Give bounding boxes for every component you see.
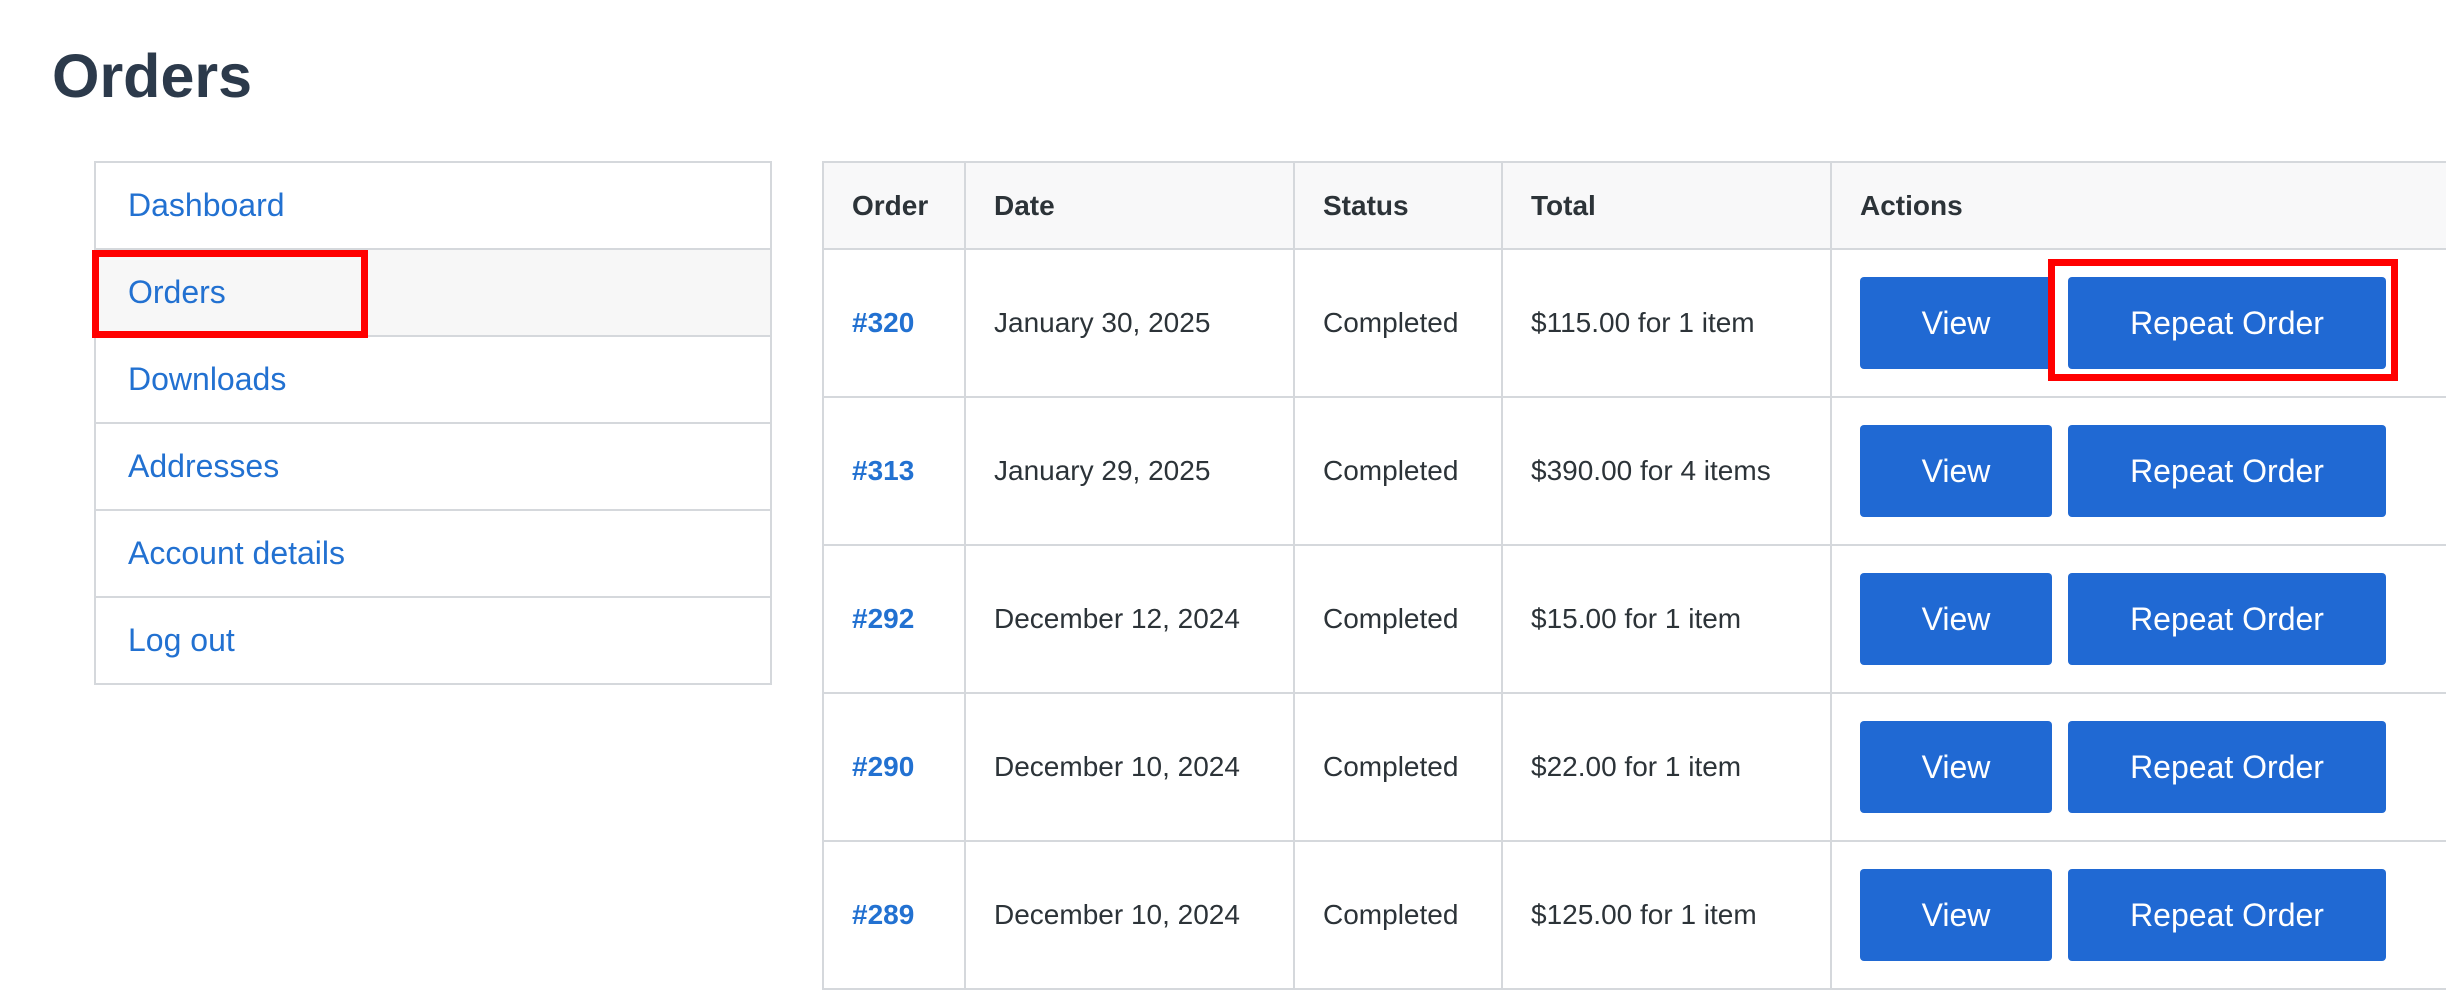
order-actions: View Repeat Order (1830, 248, 2446, 398)
order-status: Completed (1293, 248, 1503, 398)
view-button[interactable]: View (1860, 573, 2052, 665)
column-header-order: Order (822, 161, 966, 250)
table-row: #292 December 12, 2024 Completed $15.00 … (822, 544, 2446, 694)
page-title: Orders (52, 42, 253, 110)
order-status: Completed (1293, 396, 1503, 546)
order-total: $22.00 for 1 item (1501, 692, 1832, 842)
view-button[interactable]: View (1860, 721, 2052, 813)
order-number-cell: #313 (822, 396, 966, 546)
repeat-order-button[interactable]: Repeat Order (2068, 573, 2386, 665)
order-date: December 10, 2024 (964, 692, 1295, 842)
orders-table: Order Date Status Total Actions #320 Jan… (822, 161, 2446, 990)
table-header-row: Order Date Status Total Actions (822, 161, 2446, 250)
order-actions: View Repeat Order (1830, 840, 2446, 990)
order-total: $125.00 for 1 item (1501, 840, 1832, 990)
order-number-cell: #290 (822, 692, 966, 842)
view-button[interactable]: View (1860, 277, 2052, 369)
order-status: Completed (1293, 544, 1503, 694)
order-number-link[interactable]: #290 (852, 751, 914, 782)
repeat-order-button[interactable]: Repeat Order (2068, 425, 2386, 517)
view-button[interactable]: View (1860, 425, 2052, 517)
column-header-status: Status (1293, 161, 1503, 250)
column-header-total: Total (1501, 161, 1832, 250)
repeat-order-button[interactable]: Repeat Order (2068, 277, 2386, 369)
order-number-link[interactable]: #320 (852, 307, 914, 338)
table-row: #290 December 10, 2024 Completed $22.00 … (822, 692, 2446, 842)
order-status: Completed (1293, 692, 1503, 842)
column-header-actions: Actions (1830, 161, 2446, 250)
table-row: #313 January 29, 2025 Completed $390.00 … (822, 396, 2446, 546)
nav-item-log-out[interactable]: Log out (96, 596, 770, 683)
table-row: #320 January 30, 2025 Completed $115.00 … (822, 248, 2446, 398)
order-number-link[interactable]: #292 (852, 603, 914, 634)
nav-item-orders[interactable]: Orders (96, 248, 770, 335)
order-total: $15.00 for 1 item (1501, 544, 1832, 694)
order-actions: View Repeat Order (1830, 544, 2446, 694)
nav-item-dashboard[interactable]: Dashboard (96, 163, 770, 248)
table-row: #289 December 10, 2024 Completed $125.00… (822, 840, 2446, 990)
order-actions: View Repeat Order (1830, 396, 2446, 546)
order-actions: View Repeat Order (1830, 692, 2446, 842)
order-date: December 10, 2024 (964, 840, 1295, 990)
repeat-order-button[interactable]: Repeat Order (2068, 869, 2386, 961)
nav-item-downloads[interactable]: Downloads (96, 335, 770, 422)
repeat-order-button[interactable]: Repeat Order (2068, 721, 2386, 813)
nav-item-account-details[interactable]: Account details (96, 509, 770, 596)
order-total: $390.00 for 4 items (1501, 396, 1832, 546)
order-number-cell: #292 (822, 544, 966, 694)
view-button[interactable]: View (1860, 869, 2052, 961)
order-date: January 29, 2025 (964, 396, 1295, 546)
order-number-cell: #320 (822, 248, 966, 398)
order-date: December 12, 2024 (964, 544, 1295, 694)
account-navigation: Dashboard Orders Downloads Addresses Acc… (94, 161, 772, 685)
column-header-date: Date (964, 161, 1295, 250)
order-number-link[interactable]: #313 (852, 455, 914, 486)
nav-item-addresses[interactable]: Addresses (96, 422, 770, 509)
order-status: Completed (1293, 840, 1503, 990)
order-total: $115.00 for 1 item (1501, 248, 1832, 398)
order-date: January 30, 2025 (964, 248, 1295, 398)
order-number-link[interactable]: #289 (852, 899, 914, 930)
order-number-cell: #289 (822, 840, 966, 990)
